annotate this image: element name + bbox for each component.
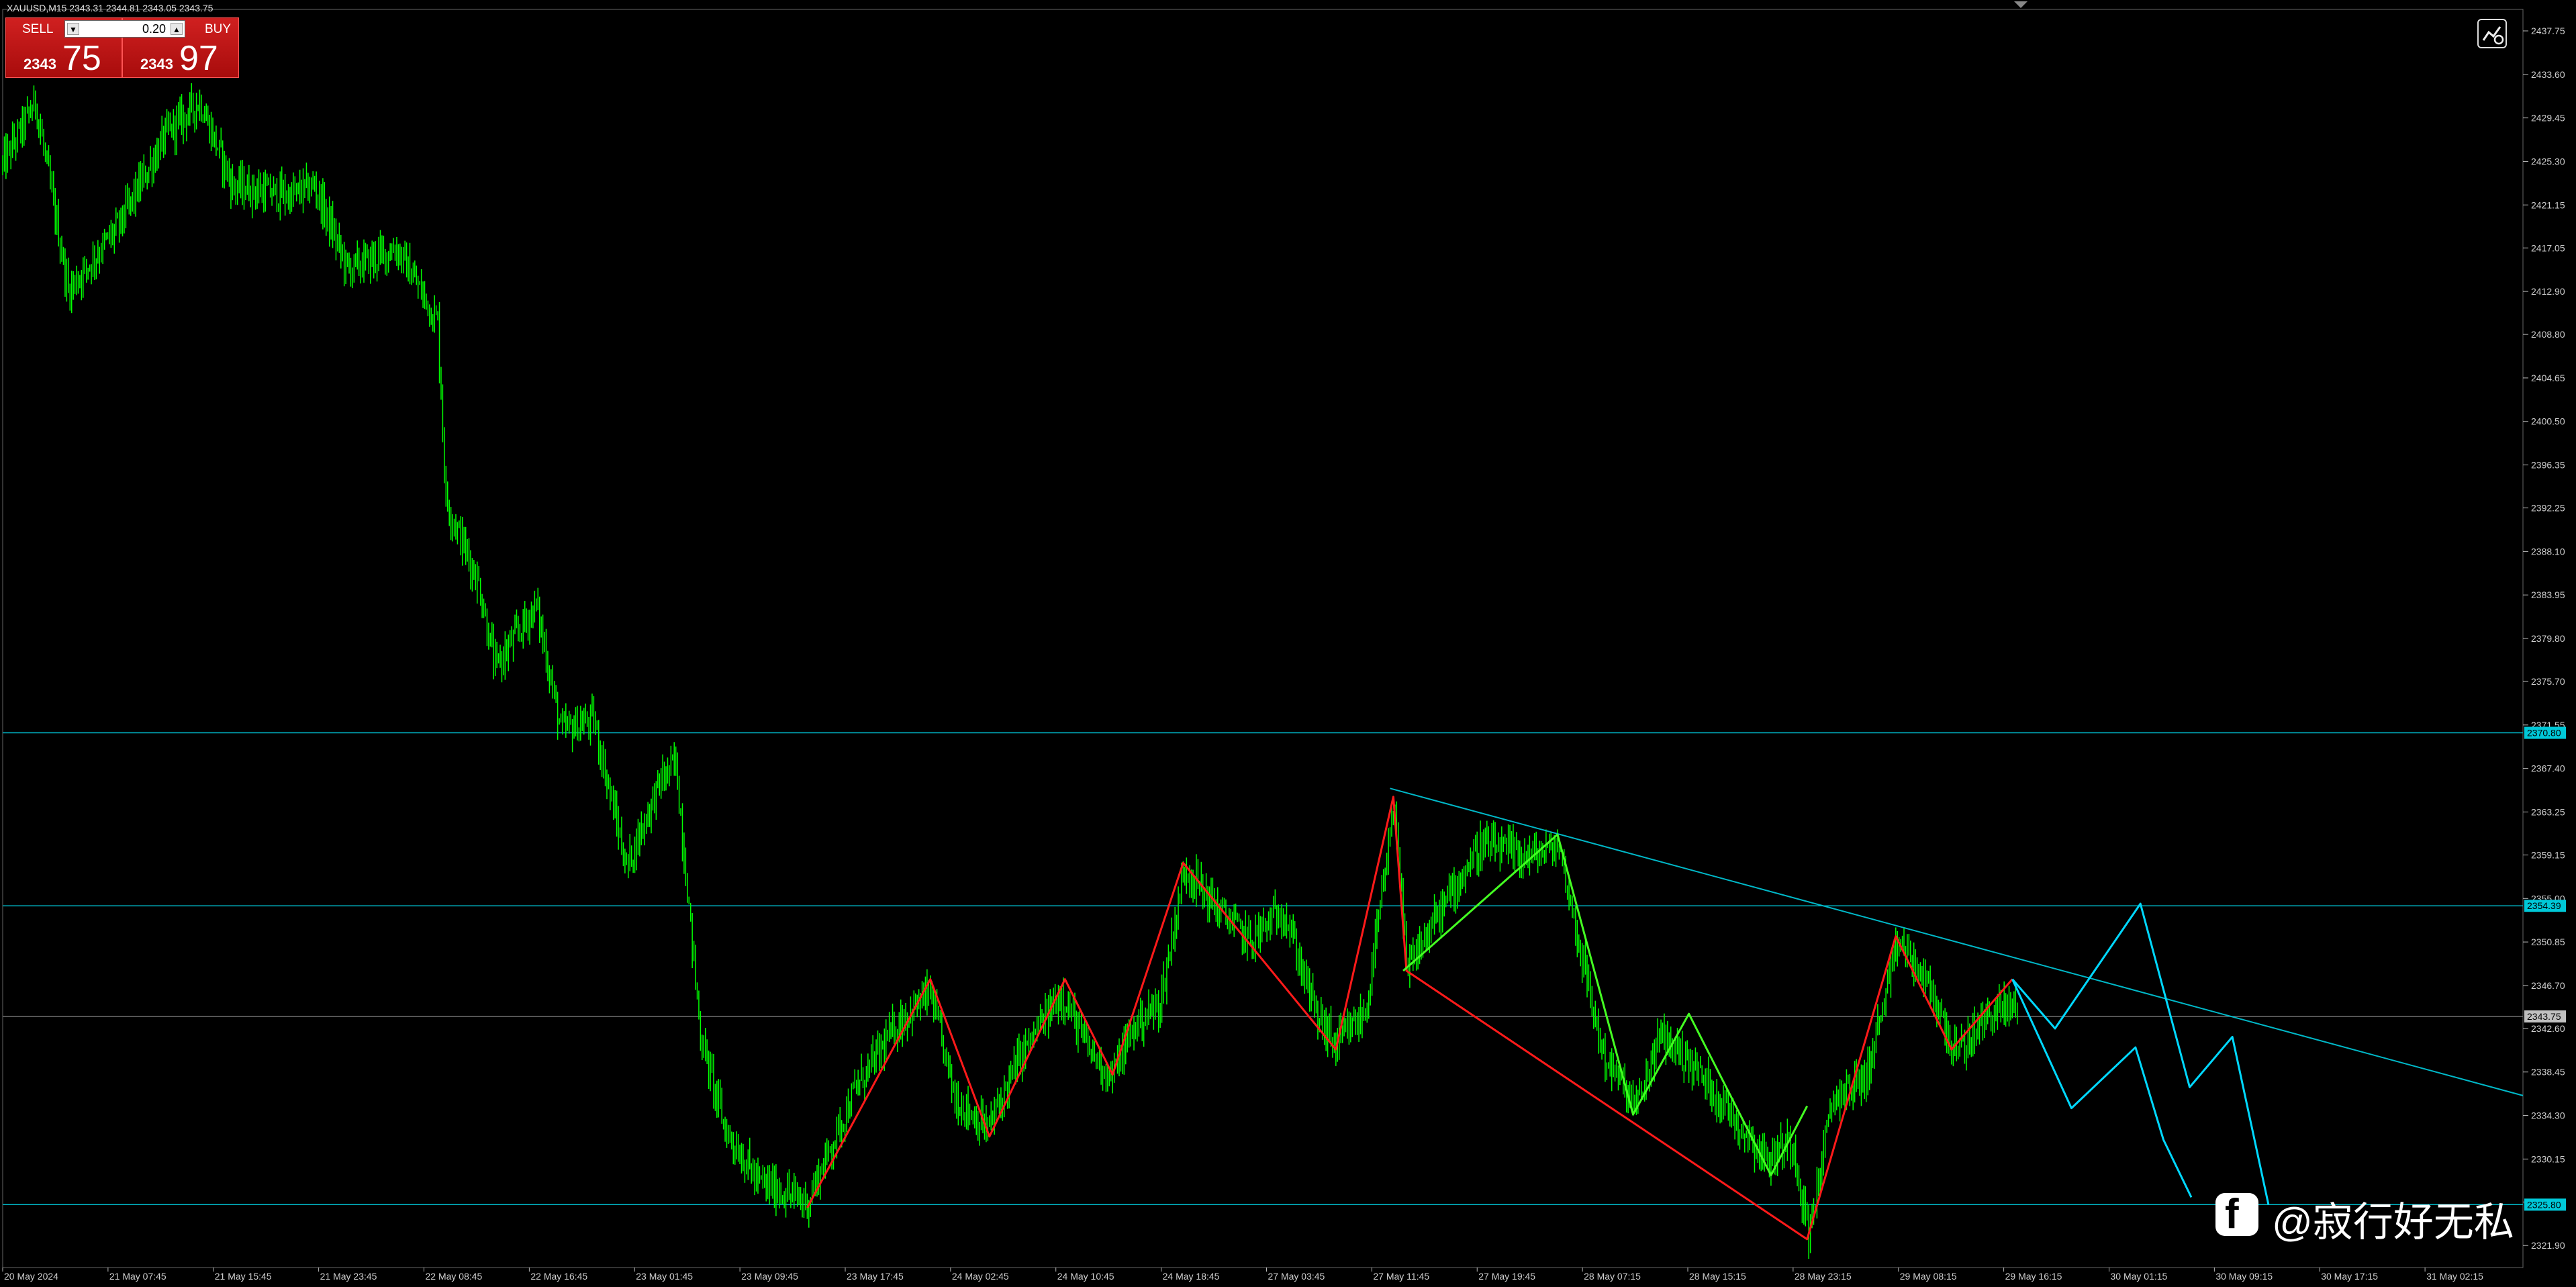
price-tick-label: 2342.60 [2531, 1023, 2565, 1034]
projection-line [2011, 978, 2193, 1198]
zigzag-red-line [806, 796, 2013, 1241]
price-tick-label: 2421.15 [2531, 199, 2565, 210]
chart-shift-marker-icon[interactable] [2014, 1, 2028, 8]
time-tick-label: 29 May 16:15 [2005, 1271, 2062, 1282]
time-tick-label: 21 May 07:45 [109, 1271, 166, 1282]
price-tick-label: 2437.75 [2531, 26, 2565, 36]
price-chart[interactable]: 2437.75 2433.60 2429.45 2425.30 2421.15 2417.… [0, 0, 2576, 1287]
lot-size-field[interactable]: ▼ 0.20 ▲ [64, 20, 185, 38]
time-tick-label: 30 May 17:15 [2321, 1271, 2378, 1282]
time-tick-label: 24 May 02:45 [952, 1271, 1009, 1282]
symbol-info: XAUUSD,M15 2343.31 2344.81 2343.05 2343.… [7, 3, 213, 13]
time-tick-label: 31 May 02:15 [2426, 1271, 2483, 1282]
price-tick-label: 2383.95 [2531, 589, 2565, 600]
price-tick-label: 2338.45 [2531, 1067, 2565, 1078]
lot-value: 0.20 [142, 22, 166, 36]
projection-line [2011, 902, 2270, 1205]
price-tick-label: 2367.40 [2531, 763, 2565, 774]
price-tag-label: 2354.39 [2527, 900, 2561, 911]
time-tick-label: 30 May 09:15 [2215, 1271, 2273, 1282]
buy-price-big: 97 [179, 39, 218, 78]
time-tick-label: 27 May 11:45 [1373, 1271, 1429, 1282]
sell-label: SELL [22, 22, 54, 36]
price-tick-label: 2429.45 [2531, 113, 2565, 124]
price-tick-label: 2392.25 [2531, 503, 2565, 514]
time-tick-label: 30 May 01:15 [2110, 1271, 2167, 1282]
facebook-icon: f [2215, 1191, 2258, 1237]
time-tick-label: 27 May 03:45 [1268, 1271, 1325, 1282]
candles [2, 83, 2018, 1259]
time-tick-label: 22 May 08:45 [425, 1271, 482, 1282]
price-tick-label: 2412.90 [2531, 286, 2565, 297]
price-tick-label: 2359.15 [2531, 849, 2565, 860]
price-tick-label: 2433.60 [2531, 69, 2565, 80]
price-tick-label: 2417.05 [2531, 242, 2565, 253]
time-tick-label: 21 May 15:45 [215, 1271, 272, 1282]
lot-decrease-icon[interactable]: ▼ [67, 23, 79, 35]
chart-settings-icon[interactable] [2477, 19, 2507, 48]
time-tick-label: 28 May 15:15 [1689, 1271, 1746, 1282]
price-tick-label: 2346.70 [2531, 980, 2565, 991]
watermark: f @寂行好无私 [2215, 1190, 2565, 1250]
one-click-trading-panel: SELL 2343 75 BUY 2343 97 ▼ 0.20 ▲ [5, 17, 239, 78]
time-tick-label: 20 May 2024 [4, 1271, 58, 1282]
price-tick-label: 2404.65 [2531, 373, 2565, 383]
price-tick-label: 2425.30 [2531, 156, 2565, 166]
price-tick-label: 2396.35 [2531, 460, 2565, 471]
sell-price-small: 2343 [23, 56, 56, 73]
time-tick-label: 23 May 17:45 [847, 1271, 904, 1282]
price-tick-label: 2363.25 [2531, 806, 2565, 817]
time-tick-label: 23 May 01:45 [636, 1271, 693, 1282]
time-tick-label: 21 May 23:45 [320, 1271, 377, 1282]
sell-price-big: 75 [62, 39, 101, 78]
time-tick-label: 24 May 10:45 [1057, 1271, 1114, 1282]
price-tag-label: 2343.75 [2527, 1011, 2561, 1022]
price-tick-label: 2408.80 [2531, 329, 2565, 340]
price-tick-label: 2334.30 [2531, 1110, 2565, 1121]
time-tick-label: 27 May 19:45 [1478, 1271, 1535, 1282]
buy-price-small: 2343 [140, 56, 173, 73]
price-tag-label: 2370.80 [2527, 728, 2561, 738]
time-tick-label: 28 May 07:15 [1584, 1271, 1641, 1282]
watermark-text: @寂行好无私 [2272, 1200, 2514, 1245]
time-tick-label: 24 May 18:45 [1163, 1271, 1220, 1282]
time-tick-label: 22 May 16:45 [530, 1271, 587, 1282]
price-tick-label: 2350.85 [2531, 937, 2565, 947]
buy-label: BUY [205, 22, 232, 36]
lot-increase-icon[interactable]: ▲ [171, 23, 183, 35]
price-tick-label: 2400.50 [2531, 416, 2565, 427]
price-tick-label: 2379.80 [2531, 633, 2565, 644]
price-tick-label: 2375.70 [2531, 676, 2565, 687]
price-tick-label: 2330.15 [2531, 1153, 2565, 1164]
price-tick-label: 2388.10 [2531, 546, 2565, 557]
time-tick-label: 29 May 08:15 [1900, 1271, 1957, 1282]
time-tick-label: 28 May 23:15 [1795, 1271, 1852, 1282]
time-tick-label: 23 May 09:45 [741, 1271, 798, 1282]
